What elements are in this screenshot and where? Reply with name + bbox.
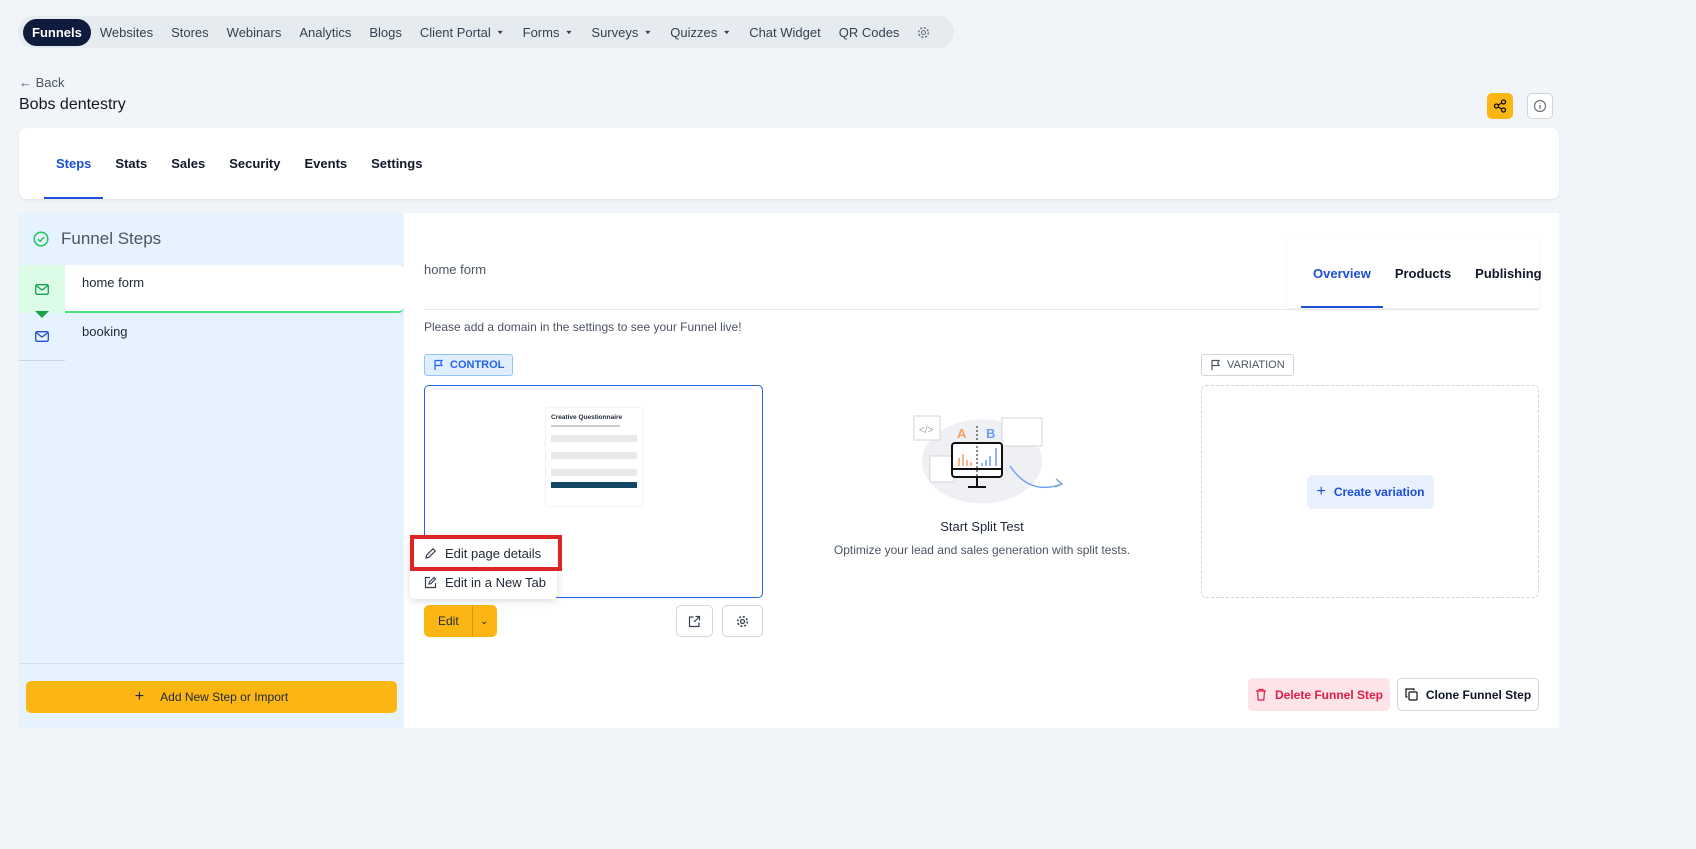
subtab-overview[interactable]: Overview — [1301, 240, 1383, 308]
svg-text:</>: </> — [919, 425, 934, 436]
split-test-subtitle: Optimize your lead and sales generation … — [833, 543, 1131, 557]
nav-chat-widget[interactable]: Chat Widget — [740, 19, 830, 46]
svg-text:A: A — [957, 426, 967, 441]
divider — [424, 309, 1539, 310]
info-icon — [1533, 99, 1547, 113]
nav-analytics[interactable]: Analytics — [290, 19, 360, 46]
chevron-down-icon[interactable]: ⌄ — [480, 616, 488, 627]
edit-dropdown-menu: Edit page details Edit in a New Tab — [410, 535, 562, 599]
nav-stores[interactable]: Stores — [162, 19, 218, 46]
mail-icon — [19, 265, 65, 313]
tab-settings[interactable]: Settings — [359, 128, 434, 199]
chevron-down-icon: ▼ — [643, 29, 653, 35]
nav-blogs[interactable]: Blogs — [360, 19, 411, 46]
step-label: home form — [82, 275, 145, 290]
trash-icon — [1255, 688, 1266, 701]
tab-steps[interactable]: Steps — [44, 128, 104, 199]
funnel-steps-panel: Funnel Steps home form booking + Add New … — [19, 213, 404, 728]
tab-events[interactable]: Events — [293, 128, 360, 199]
create-variation-button[interactable]: + Create variation — [1307, 475, 1434, 509]
step-detail-panel: home form Overview Products Publishing Ple… — [404, 213, 1559, 728]
check-circle-icon — [33, 231, 49, 247]
nav-qr-codes[interactable]: QR Codes — [830, 19, 909, 46]
nav-websites[interactable]: Websites — [91, 19, 162, 46]
step-subtabs: Overview Products Publishing — [1287, 240, 1542, 308]
clone-funnel-step-button[interactable]: Clone Funnel Step — [1397, 678, 1539, 711]
copy-icon — [1405, 688, 1418, 701]
nav-surveys[interactable]: Surveys ▼ — [582, 19, 661, 46]
chevron-down-icon: ▼ — [564, 29, 574, 35]
share-icon — [1493, 99, 1507, 113]
open-external-button[interactable] — [676, 605, 713, 637]
chevron-down-icon: ▼ — [722, 29, 732, 35]
nav-forms[interactable]: Forms ▼ — [514, 19, 583, 46]
variation-area: + Create variation — [1201, 385, 1539, 598]
flag-icon — [434, 359, 443, 370]
subtab-products[interactable]: Products — [1383, 240, 1463, 308]
menu-item-edit-page-details[interactable]: Edit page details — [410, 535, 562, 571]
plus-icon: + — [134, 688, 145, 705]
domain-notice: Please add a domain in the settings to s… — [424, 320, 742, 334]
divider — [19, 663, 404, 664]
step-name: home form — [424, 262, 487, 277]
gear-icon — [918, 26, 930, 38]
top-nav: Funnels Websites Stores Webinars Analytics Bl… — [18, 16, 954, 48]
gear-icon — [736, 615, 749, 627]
step-booking[interactable]: booking — [19, 313, 404, 361]
svg-text:B: B — [986, 426, 995, 441]
info-button[interactable] — [1527, 93, 1553, 119]
plus-icon: + — [1316, 483, 1326, 500]
split-test-title: Start Split Test — [940, 519, 1024, 534]
nav-client-portal[interactable]: Client Portal ▼ — [411, 19, 514, 46]
nav-settings-button[interactable] — [908, 20, 939, 45]
edit-square-icon — [424, 576, 437, 589]
nav-webinars[interactable]: Webinars — [218, 19, 291, 46]
add-step-button[interactable]: + Add New Step or Import — [26, 681, 397, 713]
chevron-down-icon: ▼ — [495, 29, 505, 35]
page-title: Bobs dentestry — [19, 96, 126, 113]
step-label: booking — [82, 324, 128, 339]
subtab-publishing[interactable]: Publishing — [1463, 240, 1553, 308]
tab-stats[interactable]: Stats — [103, 128, 159, 199]
page-thumbnail: Creative Questionnaire — [546, 408, 642, 506]
nav-quizzes[interactable]: Quizzes ▼ — [661, 19, 740, 46]
share-button[interactable] — [1487, 93, 1513, 119]
pencil-icon — [425, 547, 437, 559]
funnel-steps-title: Funnel Steps — [61, 229, 162, 248]
back-link[interactable]: ← Back — [19, 75, 65, 90]
variation-badge: VARIATION — [1201, 354, 1294, 376]
edit-button[interactable]: Edit ⌄ — [424, 605, 497, 637]
mail-icon — [19, 313, 65, 361]
external-link-icon — [688, 615, 701, 627]
delete-funnel-step-button[interactable]: Delete Funnel Step — [1248, 678, 1390, 711]
tab-security[interactable]: Security — [217, 128, 292, 199]
page-settings-button[interactable] — [722, 605, 763, 637]
flag-icon — [1211, 359, 1220, 370]
split-test-illustration: </> A B — [913, 415, 1064, 504]
step-home-form[interactable]: home form — [19, 265, 404, 318]
menu-item-edit-new-tab[interactable]: Edit in a New Tab — [424, 575, 546, 590]
funnel-tabs: Steps Stats Sales Security Events Settings — [19, 128, 1559, 199]
nav-funnels[interactable]: Funnels — [23, 18, 91, 46]
control-badge: CONTROL — [424, 354, 514, 376]
tab-sales[interactable]: Sales — [159, 128, 217, 199]
